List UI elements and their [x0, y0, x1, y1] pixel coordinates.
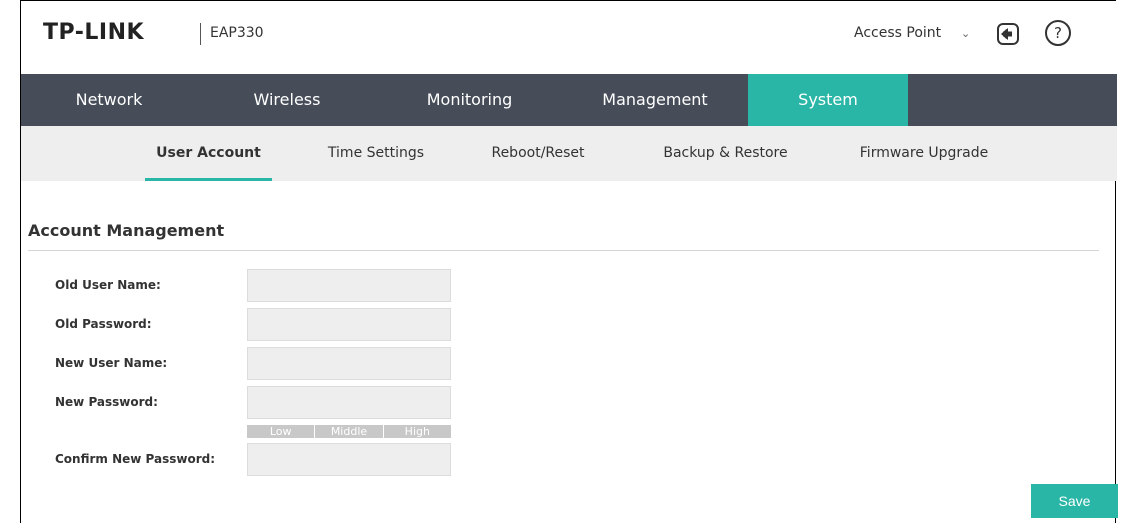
section-title: Account Management	[28, 221, 225, 240]
old-password-input[interactable]	[247, 308, 451, 341]
old-user-name-input[interactable]	[247, 269, 451, 302]
chevron-down-icon[interactable]: ⌄	[961, 27, 970, 40]
tab-wireless[interactable]: Wireless	[197, 74, 377, 126]
old-user-name-label: Old User Name:	[55, 278, 161, 292]
save-button[interactable]: Save	[1031, 484, 1118, 518]
confirm-password-input[interactable]	[247, 443, 451, 476]
app-frame: TP-LINK EAP330 Access Point ⌄ ? Network …	[20, 0, 1118, 523]
logo-divider	[200, 23, 201, 45]
new-password-label: New Password:	[55, 395, 158, 409]
confirm-password-label: Confirm New Password:	[55, 452, 216, 466]
strength-low: Low	[269, 425, 292, 438]
tab-network[interactable]: Network	[21, 74, 197, 126]
main-nav: Network Wireless Monitoring Management S…	[21, 74, 1117, 126]
strength-high: High	[382, 425, 451, 438]
tab-monitoring[interactable]: Monitoring	[377, 74, 562, 126]
old-password-label: Old Password:	[55, 317, 152, 331]
tab-management[interactable]: Management	[562, 74, 748, 126]
new-user-name-label: New User Name:	[55, 356, 168, 370]
tab-system[interactable]: System	[748, 74, 908, 126]
logout-icon[interactable]	[996, 22, 1020, 46]
subtab-firmware-upgrade[interactable]: Firmware Upgrade	[839, 126, 1009, 181]
subtab-user-account[interactable]: User Account	[145, 126, 272, 181]
subtab-time-settings[interactable]: Time Settings	[306, 126, 446, 181]
new-user-name-input[interactable]	[247, 347, 451, 380]
brand-logo: TP-LINK	[43, 20, 145, 45]
password-strength-meter: Low Middle High	[247, 425, 451, 438]
strength-middle: Middle	[314, 425, 382, 438]
model-name: EAP330	[210, 25, 264, 41]
section-divider	[28, 250, 1099, 251]
mode-select[interactable]: Access Point	[854, 25, 941, 41]
new-password-input[interactable]	[247, 386, 451, 419]
subtab-reboot-reset[interactable]: Reboot/Reset	[473, 126, 603, 181]
sub-nav: User Account Time Settings Reboot/Reset …	[21, 126, 1117, 181]
subtab-backup-restore[interactable]: Backup & Restore	[643, 126, 808, 181]
help-icon[interactable]: ?	[1045, 20, 1071, 46]
header: TP-LINK EAP330 Access Point ⌄ ?	[21, 1, 1117, 74]
